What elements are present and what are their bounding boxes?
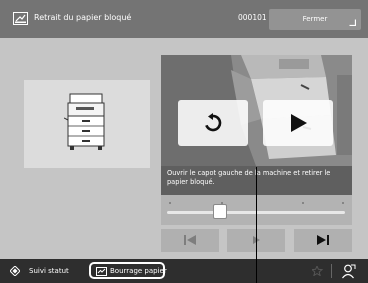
chapter-marker [302, 202, 304, 204]
replay-icon [205, 113, 222, 132]
paper-jam-icon [96, 267, 107, 276]
play-button[interactable] [263, 100, 333, 146]
page-title: Retrait du papier bloqué [34, 13, 132, 22]
machine-thumbnail [24, 80, 150, 168]
paper-jam-alert[interactable]: Bourrage papier [89, 262, 167, 279]
callout-line [256, 167, 257, 283]
chapter-marker [342, 202, 344, 204]
printer-illustration [64, 93, 105, 150]
screen: Retrait du papier bloqué 000101 Fermer O… [0, 0, 368, 259]
header-bar: Retrait du papier bloqué 000101 Fermer [0, 0, 368, 38]
paper-jam-icon [13, 12, 28, 25]
previous-button[interactable] [161, 229, 219, 252]
playback-slider-handle[interactable] [213, 204, 228, 219]
chapter-marker [169, 202, 171, 204]
close-button[interactable]: Fermer [269, 9, 361, 30]
favorite-icon [312, 266, 324, 276]
instruction-text: Ouvrir le capot gauche de la machine et … [167, 169, 331, 186]
user-icon[interactable] [341, 264, 356, 279]
skip-previous-icon [184, 235, 196, 245]
status-monitor-button[interactable]: Suivi statut [29, 264, 69, 278]
status-monitor-icon [10, 266, 20, 276]
status-divider [331, 264, 332, 278]
corner-arrow-icon [349, 19, 356, 26]
skip-next-icon [317, 235, 329, 245]
play-icon [291, 114, 307, 132]
close-button-label: Fermer [302, 15, 328, 23]
next-button[interactable] [294, 229, 352, 252]
replay-button[interactable] [178, 100, 248, 146]
error-code: 000101 [238, 13, 267, 22]
paper-jam-label: Bourrage papier [110, 267, 167, 275]
status-bar: Suivi statut Bourrage papier [0, 259, 368, 283]
